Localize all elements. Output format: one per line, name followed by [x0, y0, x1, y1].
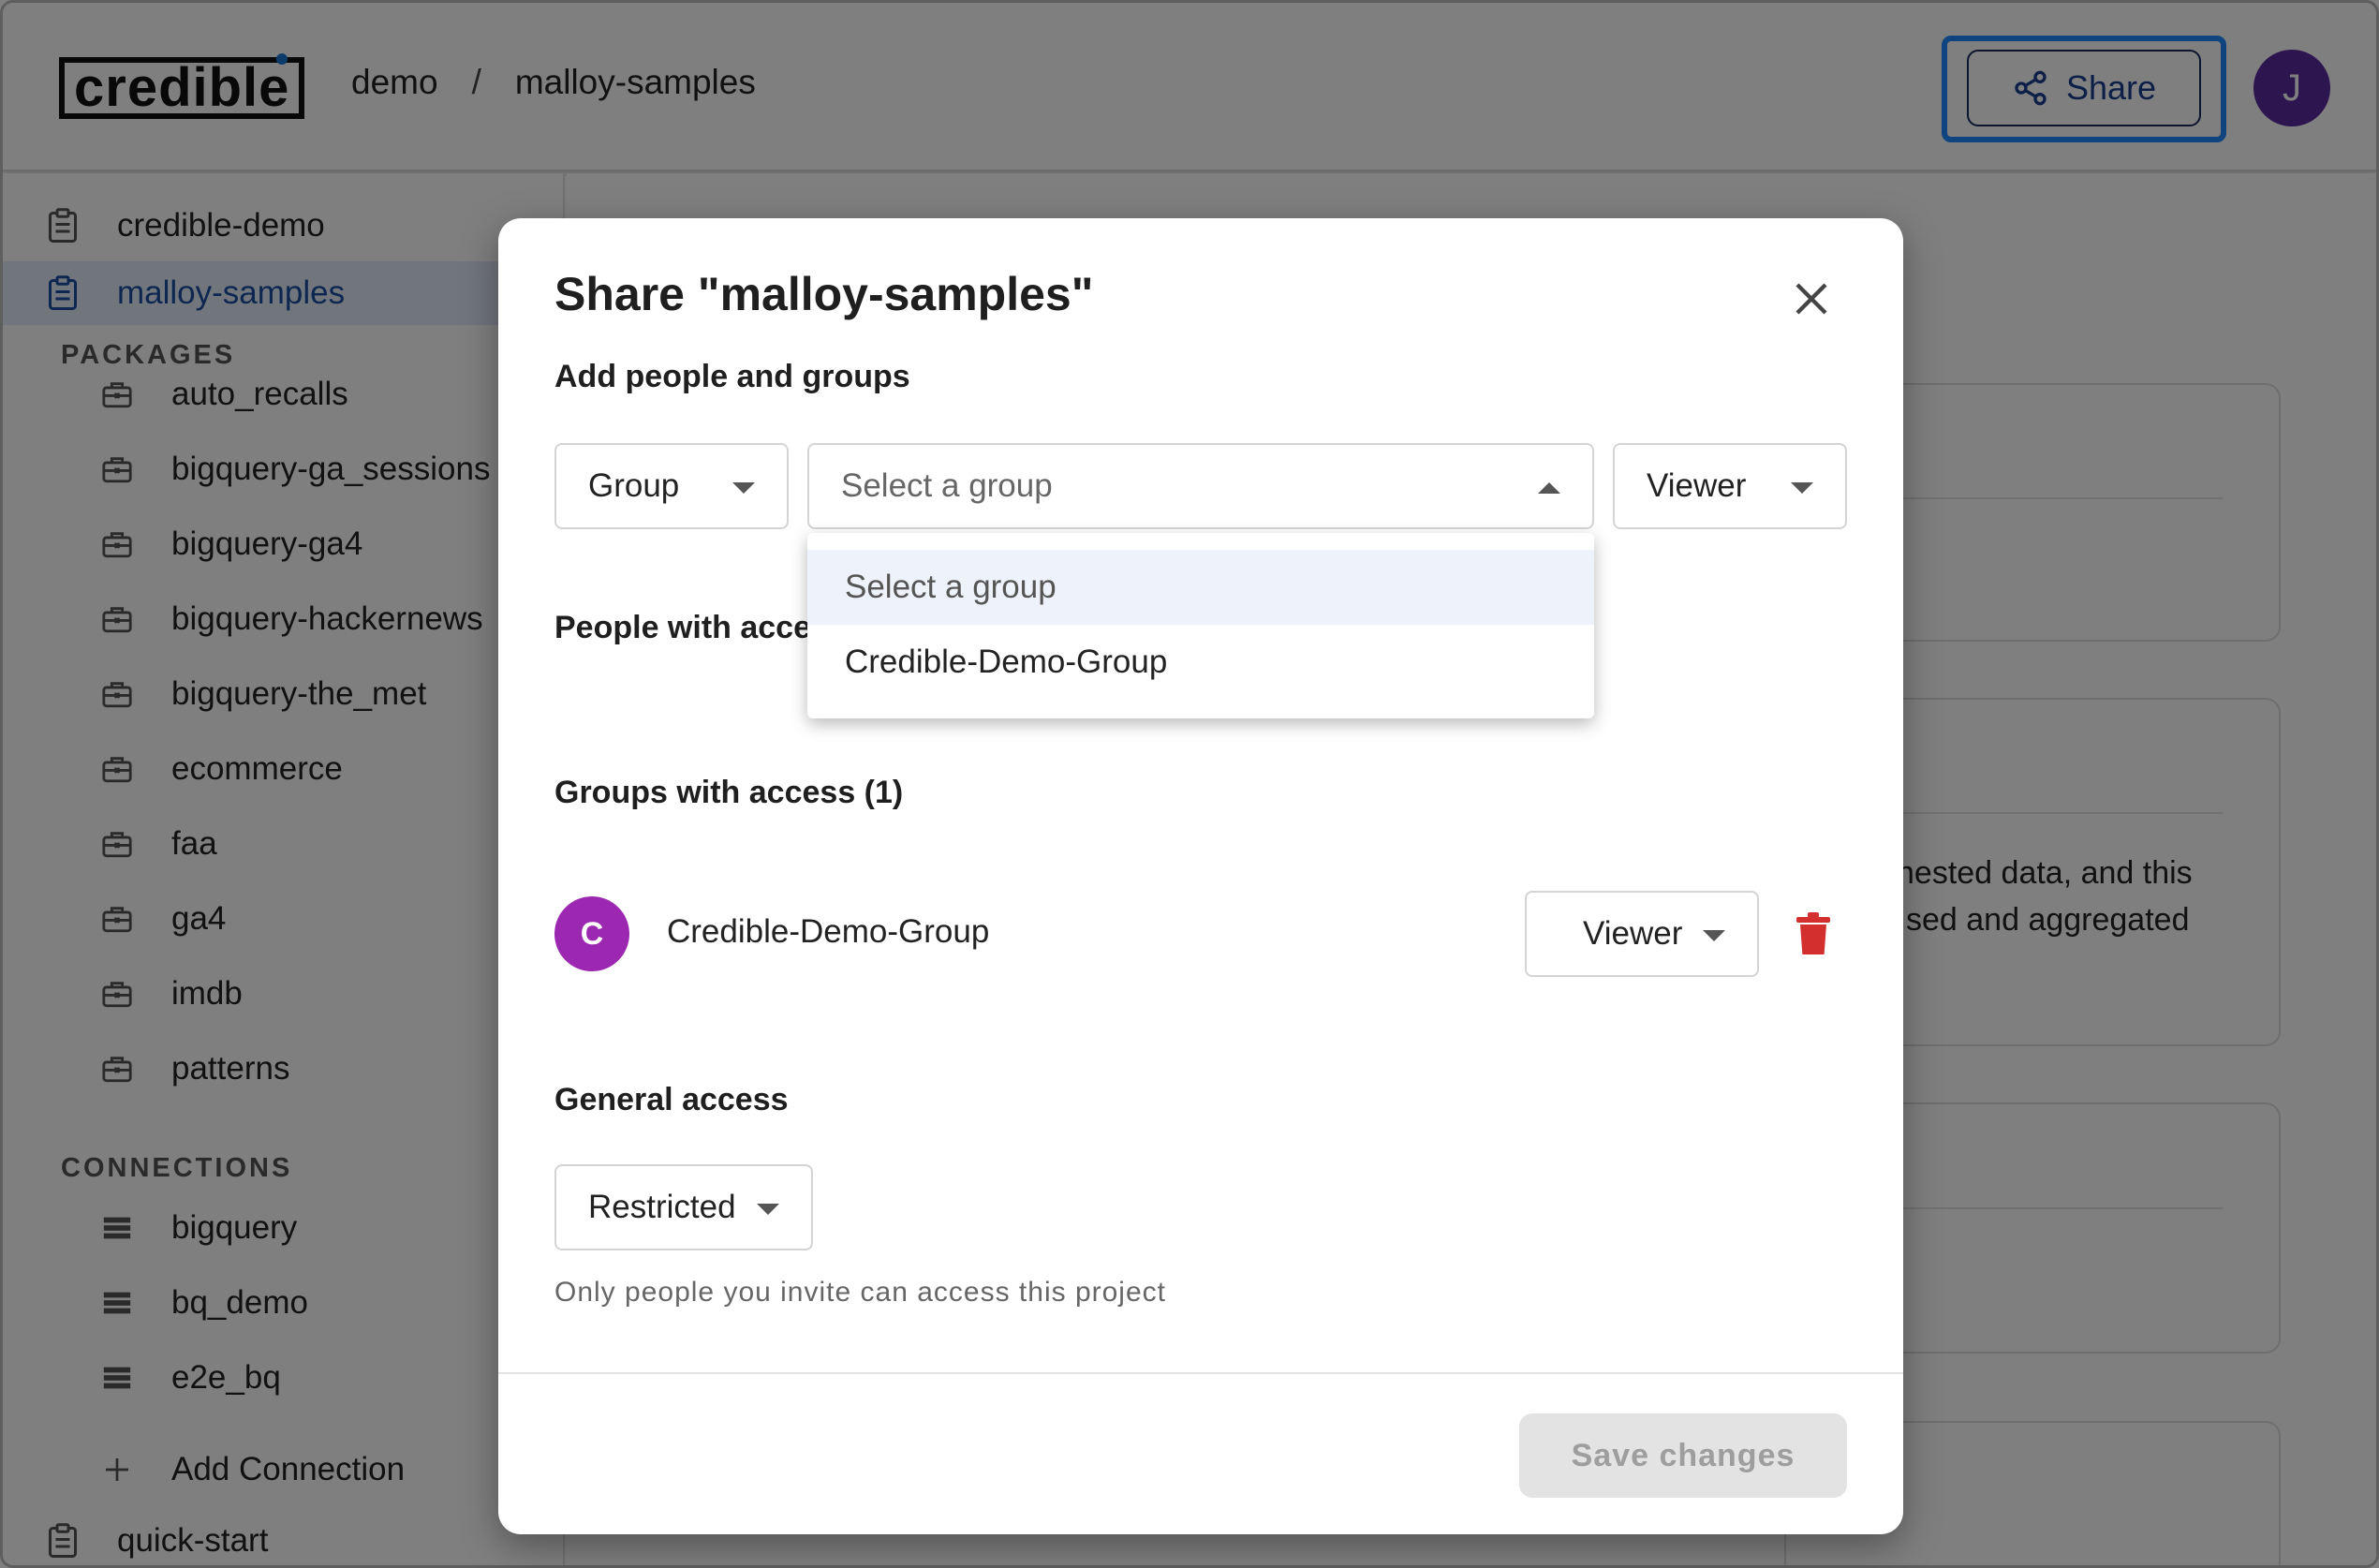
add-people-heading: Add people and groups [554, 359, 910, 394]
group-avatar: C [554, 896, 629, 971]
people-with-access-heading: People with acce [554, 610, 811, 645]
share-type-select[interactable]: Group [554, 443, 789, 529]
dialog-title: Share "malloy-samples" [554, 268, 1094, 320]
share-dialog: Share "malloy-samples" Add people and gr… [498, 218, 1903, 1534]
group-role-select[interactable]: Viewer [1525, 891, 1759, 977]
general-access-help: Only people you invite can access this p… [554, 1277, 1166, 1308]
caret-down-icon [732, 482, 755, 494]
caret-down-icon [1703, 930, 1725, 941]
dropdown-option-placeholder[interactable]: Select a group [807, 550, 1594, 625]
dialog-footer-divider [498, 1372, 1903, 1374]
group-role-value: Viewer [1583, 915, 1683, 952]
close-button[interactable] [1783, 271, 1840, 327]
close-icon [1795, 283, 1827, 315]
role-select[interactable]: Viewer [1613, 443, 1847, 529]
caret-up-icon [1538, 482, 1560, 494]
role-select-value: Viewer [1647, 467, 1747, 504]
general-access-heading: General access [554, 1082, 789, 1117]
group-select-placeholder: Select a group [841, 467, 1053, 504]
caret-down-icon [1791, 482, 1813, 494]
dropdown-option-credible-demo-group[interactable]: Credible-Demo-Group [807, 625, 1594, 700]
group-name: Credible-Demo-Group [667, 913, 990, 950]
general-access-select[interactable]: Restricted [554, 1164, 813, 1250]
general-access-value: Restricted [588, 1189, 736, 1225]
delete-icon[interactable] [1795, 911, 1832, 956]
group-select-dropdown: Select a group Credible-Demo-Group [807, 533, 1594, 718]
save-changes-button[interactable]: Save changes [1519, 1413, 1847, 1498]
groups-with-access-heading: Groups with access (1) [554, 775, 904, 810]
share-type-value: Group [588, 467, 680, 504]
caret-down-icon [757, 1204, 779, 1215]
group-access-row: C Credible-Demo-Group Viewer [554, 891, 1847, 977]
group-select[interactable]: Select a group [807, 443, 1594, 529]
